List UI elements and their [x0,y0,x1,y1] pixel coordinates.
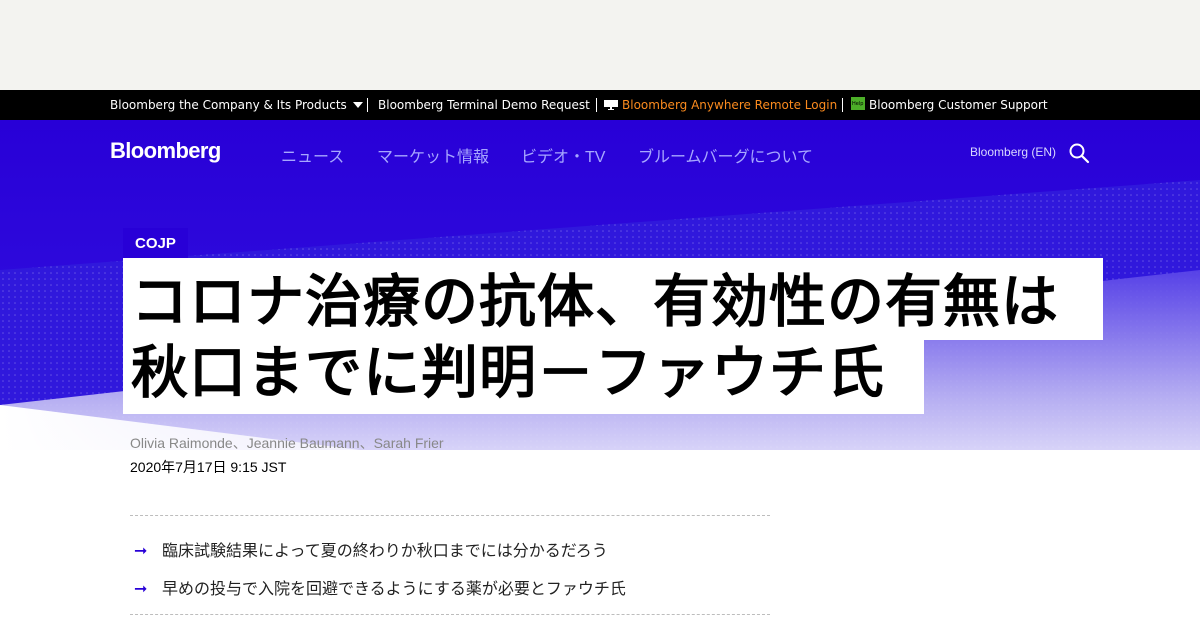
bloomberg-logo[interactable]: Bloomberg [110,138,221,164]
top-utility-bar: Bloomberg the Company & Its Products Blo… [0,90,1200,120]
nav-item-about[interactable]: ブルームバーグについて [638,143,813,167]
summary-item: ➞ 臨床試験結果によって夏の終わりか秋口までには分かるだろう [134,543,608,560]
separator [367,98,368,112]
edition-switch[interactable]: Bloomberg (EN) [970,145,1056,159]
arrow-right-icon: ➞ [134,543,148,560]
search-icon[interactable] [1068,142,1090,164]
divider [130,614,770,615]
byline: Olivia Raimonde、Jeannie Baumann、Sarah Fr… [130,435,444,451]
nav-item-video-tv[interactable]: ビデオ・TV [521,143,605,167]
help-icon [851,97,865,110]
terminal-demo-link[interactable]: Bloomberg Terminal Demo Request [378,90,590,120]
nav-item-markets[interactable]: マーケット情報 [377,143,489,167]
customer-support-link[interactable]: Bloomberg Customer Support [851,90,1048,120]
nav-item-news[interactable]: ニュース [281,143,344,167]
article-kicker[interactable]: COJP [123,228,188,258]
arrow-right-icon: ➞ [134,581,148,598]
headline-line-2: 秋口までに判明－ファウチ氏 [123,340,924,414]
monitor-icon [604,100,618,110]
summary-item: ➞ 早めの投与で入院を回避できるようにする薬が必要とファウチ氏 [134,581,626,598]
caret-down-icon [352,102,363,108]
publish-date: 2020年7月17日 9:15 JST [130,459,287,475]
headline-line-1: コロナ治療の抗体、有効性の有無は [123,258,1103,340]
ad-space [0,0,1200,90]
divider [130,515,770,516]
company-products-menu[interactable]: Bloomberg the Company & Its Products [110,90,363,120]
separator [842,98,843,112]
separator [596,98,597,112]
anywhere-login-link[interactable]: Bloomberg Anywhere Remote Login [604,90,837,120]
